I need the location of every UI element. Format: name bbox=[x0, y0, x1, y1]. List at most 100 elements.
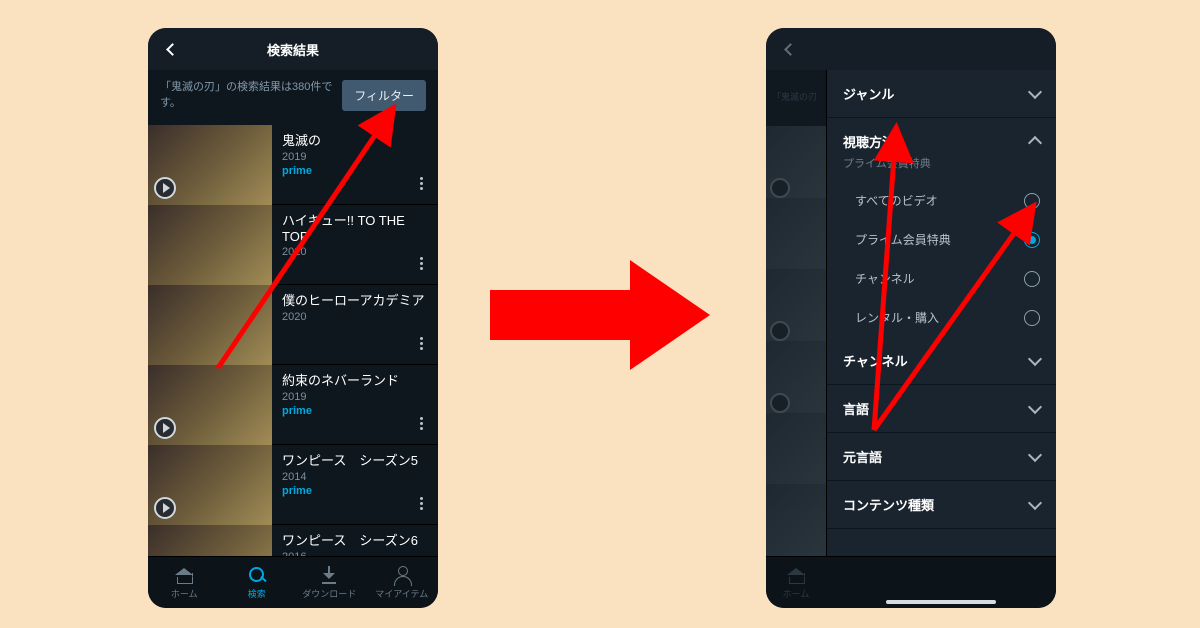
tab-user[interactable]: マイアイテム bbox=[366, 557, 439, 608]
radio-icon[interactable] bbox=[1024, 193, 1040, 209]
search-icon bbox=[247, 565, 267, 585]
play-icon[interactable] bbox=[154, 177, 176, 199]
result-title: ワンピース シーズン6 bbox=[282, 533, 432, 549]
result-info: ワンピース シーズン52014prime bbox=[272, 445, 438, 524]
filter-section-genre[interactable]: ジャンル bbox=[827, 70, 1056, 118]
thumbnail[interactable] bbox=[148, 205, 272, 285]
play-icon[interactable] bbox=[154, 417, 176, 439]
filter-section-channel[interactable]: チャンネル bbox=[827, 337, 1056, 385]
result-title: 僕のヒーローアカデミア bbox=[282, 293, 432, 309]
result-item[interactable]: ハイキュー!! TO THE TOP2020 bbox=[148, 205, 438, 285]
radio-icon[interactable] bbox=[1024, 271, 1040, 287]
tab-label: 検索 bbox=[248, 587, 266, 600]
dl-icon bbox=[319, 565, 339, 585]
filter-section-lang[interactable]: 言語 bbox=[827, 385, 1056, 433]
filter-button[interactable]: フィルター bbox=[342, 80, 426, 111]
results-list[interactable]: 鬼滅の2019primeハイキュー!! TO THE TOP2020僕のヒーロー… bbox=[148, 125, 438, 556]
thumbnail[interactable] bbox=[148, 525, 272, 556]
tab-home[interactable]: ホーム bbox=[148, 557, 221, 608]
filter-option-label: レンタル・購入 bbox=[855, 309, 939, 326]
header-title: 検索結果 bbox=[267, 40, 319, 59]
tab-bar: ホーム 検索 ダウンロードマイアイテム bbox=[148, 556, 438, 608]
home-icon bbox=[174, 565, 194, 585]
filter-overlay-area: 「鬼滅の刃 ジャンル 視聴方法 プライム会員特典 すべてのビデオプライム会員特典… bbox=[766, 70, 1056, 556]
tab-label: ホーム bbox=[171, 587, 198, 600]
filter-option[interactable]: チャンネル bbox=[827, 259, 1056, 298]
filter-option[interactable]: レンタル・購入 bbox=[827, 298, 1056, 337]
result-year: 2020 bbox=[282, 311, 432, 323]
result-title: ハイキュー!! TO THE TOP bbox=[282, 213, 432, 244]
result-title: ワンピース シーズン5 bbox=[282, 453, 432, 469]
result-info: 鬼滅の2019prime bbox=[272, 125, 438, 204]
summary-row: 「鬼滅の刃」の検索結果は380件です。 フィルター bbox=[148, 70, 438, 125]
result-item[interactable]: 約束のネバーランド2019prime bbox=[148, 365, 438, 445]
tab-home[interactable]: ホーム bbox=[766, 557, 826, 608]
user-icon bbox=[392, 565, 412, 585]
filter-option-label: プライム会員特典 bbox=[855, 231, 951, 248]
result-info: 僕のヒーローアカデミア 2020 bbox=[272, 285, 438, 364]
filter-section-label: コンテンツ種類 bbox=[843, 495, 934, 514]
filter-section-orig-lang[interactable]: 元言語 bbox=[827, 433, 1056, 481]
result-item[interactable]: 鬼滅の2019prime bbox=[148, 125, 438, 205]
chevron-down-icon bbox=[1028, 496, 1042, 510]
result-info: ハイキュー!! TO THE TOP2020 bbox=[272, 205, 438, 284]
home-indicator bbox=[886, 600, 996, 604]
tab-search[interactable]: 検索 bbox=[221, 557, 294, 608]
result-info: ワンピース シーズン62016prime bbox=[272, 525, 438, 556]
chevron-up-icon bbox=[1028, 136, 1042, 150]
filter-section-label: ジャンル bbox=[843, 84, 894, 103]
result-title: 約束のネバーランド bbox=[282, 373, 432, 389]
filter-section-subtext: プライム会員特典 bbox=[827, 153, 1056, 181]
filter-section-label: 視聴方法 bbox=[843, 132, 895, 151]
filter-option-label: すべてのビデオ bbox=[855, 192, 938, 209]
filter-section-content-type[interactable]: コンテンツ種類 bbox=[827, 481, 1056, 529]
more-button[interactable] bbox=[410, 332, 432, 354]
ghost-summary-text: 「鬼滅の刃 bbox=[766, 70, 826, 126]
play-icon[interactable] bbox=[154, 497, 176, 519]
thumbnail[interactable] bbox=[148, 445, 272, 525]
filter-panel[interactable]: ジャンル 視聴方法 プライム会員特典 すべてのビデオプライム会員特典チャンネルレ… bbox=[826, 70, 1056, 556]
summary-text: 「鬼滅の刃」の検索結果は380件です。 bbox=[160, 80, 334, 111]
result-item[interactable]: ワンピース シーズン62016prime bbox=[148, 525, 438, 556]
radio-icon[interactable] bbox=[1024, 310, 1040, 326]
result-year: 2019 bbox=[282, 391, 432, 403]
chevron-down-icon bbox=[1028, 85, 1042, 99]
big-arrow-icon bbox=[490, 260, 720, 370]
chevron-down-icon bbox=[1028, 352, 1042, 366]
chevron-down-icon bbox=[1028, 448, 1042, 462]
filter-section-label: チャンネル bbox=[843, 351, 908, 370]
filter-section-watch-method[interactable]: 視聴方法 bbox=[827, 118, 1056, 153]
result-item[interactable]: 僕のヒーローアカデミア 2020 bbox=[148, 285, 438, 365]
chevron-left-icon bbox=[166, 43, 179, 56]
result-year: 2014 bbox=[282, 471, 432, 483]
result-title: 鬼滅の bbox=[282, 133, 432, 149]
filter-section-label: 言語 bbox=[843, 399, 869, 418]
filter-option-label: チャンネル bbox=[855, 270, 915, 287]
header: 検索結果 bbox=[148, 28, 438, 70]
chevron-left-icon bbox=[784, 43, 797, 56]
tab-bar: ホーム bbox=[766, 556, 1056, 608]
thumbnail[interactable] bbox=[148, 125, 272, 205]
home-icon bbox=[786, 565, 806, 585]
result-year: 2016 bbox=[282, 551, 432, 556]
thumbnail[interactable] bbox=[148, 285, 272, 365]
result-info: 約束のネバーランド2019prime bbox=[272, 365, 438, 444]
more-button[interactable] bbox=[410, 492, 432, 514]
filter-option[interactable]: すべてのビデオ bbox=[827, 181, 1056, 220]
chevron-down-icon bbox=[1028, 400, 1042, 414]
more-button[interactable] bbox=[410, 172, 432, 194]
tab-label: ホーム bbox=[783, 587, 810, 600]
phone-filter-panel: 「鬼滅の刃 ジャンル 視聴方法 プライム会員特典 すべてのビデオプライム会員特典… bbox=[766, 28, 1056, 608]
back-button[interactable] bbox=[772, 28, 808, 70]
more-button[interactable] bbox=[410, 252, 432, 274]
filter-option[interactable]: プライム会員特典 bbox=[827, 220, 1056, 259]
back-button[interactable] bbox=[154, 28, 190, 70]
result-year: 2019 bbox=[282, 151, 432, 163]
thumbnail[interactable] bbox=[148, 365, 272, 445]
tab-dl[interactable]: ダウンロード bbox=[293, 557, 366, 608]
more-button[interactable] bbox=[410, 412, 432, 434]
phone-search-results: 検索結果 「鬼滅の刃」の検索結果は380件です。 フィルター 鬼滅の2019pr… bbox=[148, 28, 438, 608]
tab-label: マイアイテム bbox=[375, 587, 428, 600]
radio-icon[interactable] bbox=[1024, 232, 1040, 248]
result-item[interactable]: ワンピース シーズン52014prime bbox=[148, 445, 438, 525]
